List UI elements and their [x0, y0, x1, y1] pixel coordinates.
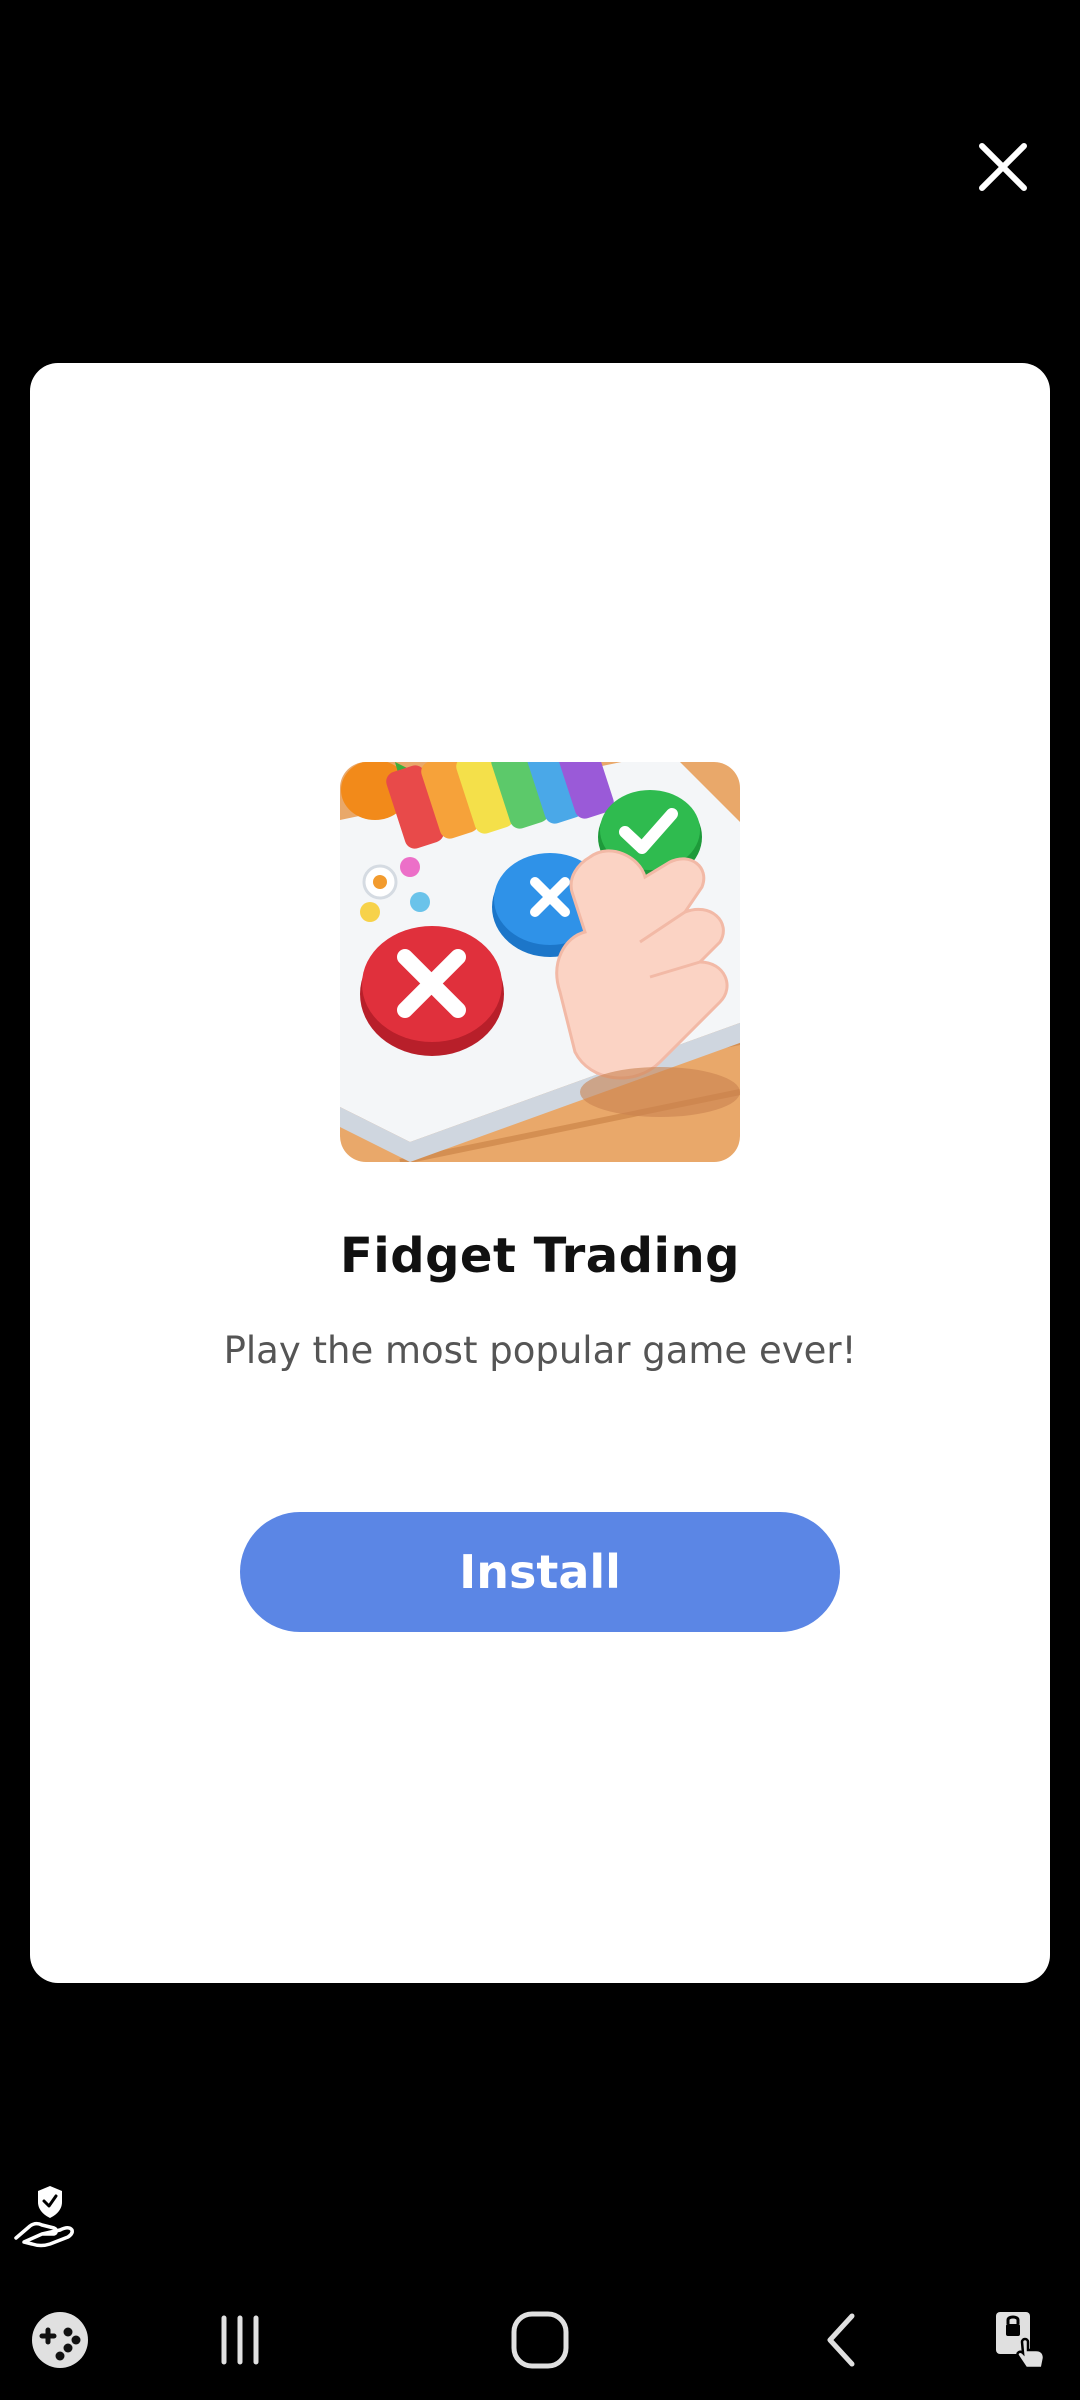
navigation-bar [0, 2280, 1080, 2400]
game-launcher-icon[interactable] [20, 2300, 100, 2380]
ad-card [30, 363, 1050, 1983]
ad-screen: Fidget Trading Play the most popular gam… [0, 0, 1080, 2400]
install-button-label: Install [459, 1545, 621, 1599]
install-button[interactable]: Install [240, 1512, 840, 1632]
app-tagline: Play the most popular game ever! [223, 1329, 857, 1372]
home-icon[interactable] [500, 2300, 580, 2380]
recent-apps-icon[interactable] [200, 2300, 280, 2380]
close-icon[interactable] [972, 136, 1034, 198]
ad-choices-icon[interactable] [10, 2180, 80, 2250]
back-icon[interactable] [802, 2300, 882, 2380]
screen-lock-touch-icon[interactable] [980, 2300, 1060, 2380]
app-title: Fidget Trading [339, 1228, 741, 1284]
app-icon[interactable] [340, 762, 740, 1162]
